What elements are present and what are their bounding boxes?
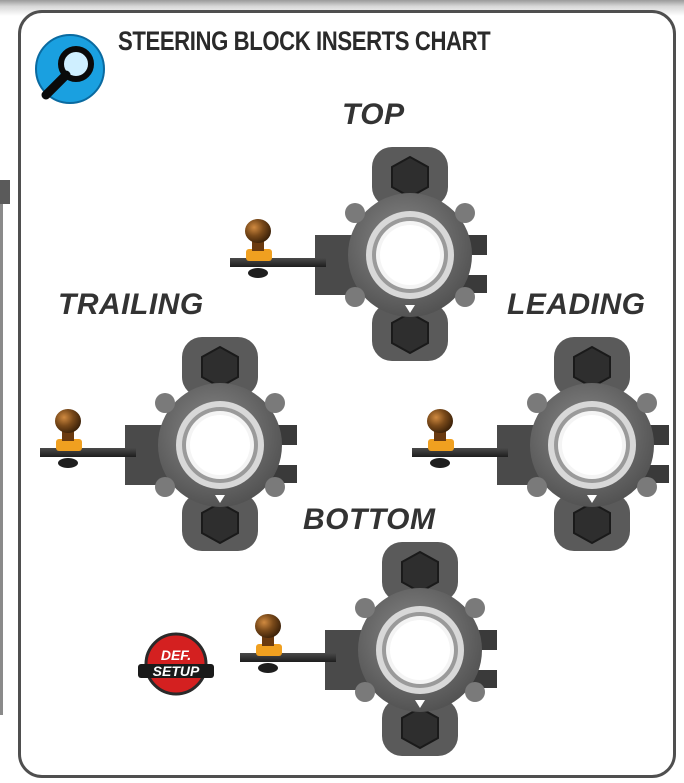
label-trailing: TRAILING <box>58 288 204 321</box>
steering-block-leading <box>411 336 670 552</box>
magnifier-icon <box>35 34 105 104</box>
label-top: TOP <box>342 98 405 131</box>
default-setup-badge: DEF. SETUP <box>138 632 214 696</box>
left-edge-rule <box>0 185 3 715</box>
steering-block-bottom <box>239 541 498 757</box>
badge-line-2: SETUP <box>153 663 200 679</box>
label-leading: LEADING <box>507 288 646 321</box>
chart-title: STEERING BLOCK INSERTS CHART <box>118 26 491 56</box>
steering-block-trailing <box>39 336 298 552</box>
badge-line-1: DEF. <box>161 647 191 663</box>
left-edge-mark <box>0 180 10 204</box>
